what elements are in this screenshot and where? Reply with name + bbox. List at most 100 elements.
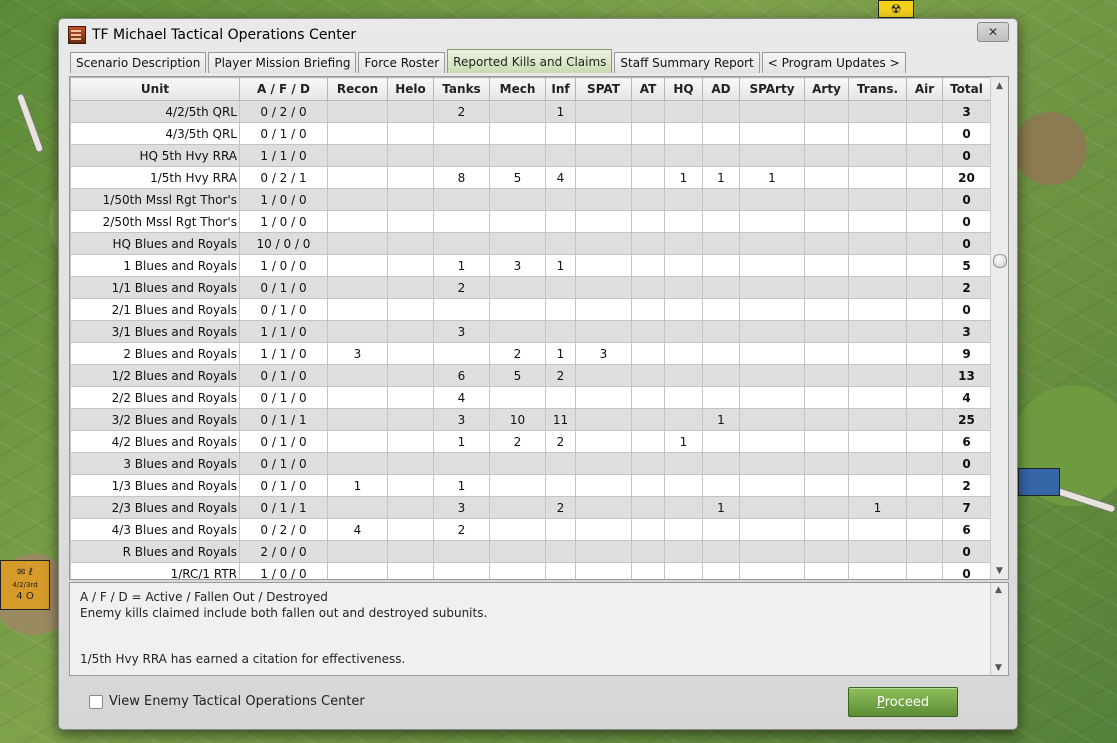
tab-program-updates[interactable]: < Program Updates > xyxy=(761,52,906,73)
hazard-marker-icon[interactable]: ☢ xyxy=(878,0,914,18)
unit-name-cell: 2/50th Mssl Rgt Thor's xyxy=(70,210,240,233)
column-header[interactable]: Trans. xyxy=(848,77,907,101)
app-icon xyxy=(68,26,86,44)
map-unit-counter[interactable] xyxy=(1018,468,1060,496)
table-row[interactable]: 4/2/5th QRL 0 / 2 / 0 2 1 3 xyxy=(70,100,991,123)
column-header[interactable]: AD xyxy=(702,77,740,101)
unit-name-cell: 1 Blues and Royals xyxy=(70,254,240,277)
table-row[interactable]: 2/2 Blues and Royals 0 / 1 / 0 4 4 xyxy=(70,386,991,409)
column-header[interactable]: SPAT xyxy=(575,77,632,101)
kill-count-cell xyxy=(575,298,632,321)
proceed-button[interactable]: Proceed xyxy=(848,687,958,717)
kill-count-cell xyxy=(433,342,490,365)
table-header-row: Unit A / F / D Recon Helo Tanks Mech Inf SPAT AT… xyxy=(70,77,991,101)
table-scrollbar[interactable]: ▲ ▼ xyxy=(990,77,1008,579)
unit-name-cell: 3/2 Blues and Royals xyxy=(70,408,240,431)
tab-force-roster[interactable]: Force Roster xyxy=(358,52,446,73)
unit-counter-label: 4/2/3rd xyxy=(12,581,38,589)
view-enemy-toc-checkbox[interactable] xyxy=(89,694,103,709)
notes-scrollbar[interactable]: ▲ ▼ xyxy=(990,583,1008,675)
scroll-down-icon[interactable]: ▼ xyxy=(992,563,1007,578)
total-kills-cell: 6 xyxy=(942,518,991,541)
close-button[interactable]: ✕ xyxy=(977,22,1009,42)
kill-count-cell xyxy=(489,320,546,343)
scroll-thumb[interactable] xyxy=(993,254,1007,268)
total-kills-cell: 0 xyxy=(942,232,991,255)
column-header[interactable]: Total xyxy=(942,77,991,101)
column-header[interactable]: A / F / D xyxy=(239,77,328,101)
kill-count-cell xyxy=(489,122,546,145)
table-row[interactable]: 4/3 Blues and Royals 0 / 2 / 04 2 6 xyxy=(70,518,991,541)
table-row[interactable]: 1 Blues and Royals 1 / 0 / 0 131 5 xyxy=(70,254,991,277)
column-header[interactable]: Tanks xyxy=(433,77,490,101)
column-header[interactable]: SPArty xyxy=(739,77,805,101)
table-row[interactable]: 2/1 Blues and Royals 0 / 1 / 0 0 xyxy=(70,298,991,321)
column-header[interactable]: HQ xyxy=(664,77,703,101)
title-bar[interactable]: TF Michael Tactical Operations Center ✕ xyxy=(59,19,1017,51)
kill-count-cell xyxy=(489,144,546,167)
table-row[interactable]: 1/5th Hvy RRA 0 / 2 / 1 8 5 4 1 1 1 20 xyxy=(70,166,991,189)
kill-count-cell xyxy=(906,342,943,365)
kill-count-cell xyxy=(739,254,805,277)
column-header[interactable]: Mech xyxy=(489,77,546,101)
table-row[interactable]: HQ Blues and Royals 10 / 0 / 0 0 xyxy=(70,232,991,255)
column-header[interactable]: Unit xyxy=(70,77,240,101)
table-row[interactable]: R Blues and Royals 2 / 0 / 0 0 xyxy=(70,540,991,563)
kill-count-cell xyxy=(804,320,849,343)
table-row[interactable]: 4/2 Blues and Royals 0 / 1 / 012216 xyxy=(70,430,991,453)
kill-count-cell: 1 xyxy=(433,430,490,453)
kill-count-cell xyxy=(489,298,546,321)
table-row[interactable]: 1/RC/1 RTR 1 / 0 / 0 0 xyxy=(70,562,991,579)
kill-count-cell xyxy=(804,364,849,387)
kill-count-cell xyxy=(906,122,943,145)
table-row[interactable]: 1/2 Blues and Royals 0 / 1 / 0 6 5 2 13 xyxy=(70,364,991,387)
kill-count-cell xyxy=(804,562,849,579)
column-header[interactable]: Arty xyxy=(804,77,849,101)
table-row[interactable]: 2 Blues and Royals 1 / 1 / 032139 xyxy=(70,342,991,365)
kill-count-cell xyxy=(702,276,740,299)
table-row[interactable]: 3 Blues and Royals 0 / 1 / 0 0 xyxy=(70,452,991,475)
kill-count-cell xyxy=(327,210,388,233)
view-enemy-toc-option[interactable]: View Enemy Tactical Operations Center xyxy=(89,694,365,709)
table-row[interactable]: 1/3 Blues and Royals 0 / 1 / 0112 xyxy=(70,474,991,497)
table-row[interactable]: 3/2 Blues and Royals 0 / 1 / 1 3 10 11 1 25 xyxy=(70,408,991,431)
kill-count-cell xyxy=(433,298,490,321)
total-kills-cell: 0 xyxy=(942,298,991,321)
kill-count-cell xyxy=(664,232,703,255)
kill-count-cell xyxy=(545,386,576,409)
tab-staff-summary-report[interactable]: Staff Summary Report xyxy=(614,52,760,73)
tab-player-mission-briefing[interactable]: Player Mission Briefing xyxy=(208,52,357,73)
kill-count-cell xyxy=(848,232,907,255)
kill-count-cell: 3 xyxy=(489,254,546,277)
kill-count-cell xyxy=(739,408,805,431)
tab-scenario-description[interactable]: Scenario Description xyxy=(70,52,207,73)
tab-reported-kills-and-claims[interactable]: Reported Kills and Claims xyxy=(447,49,613,73)
table-row[interactable]: 2/3 Blues and Royals 0 / 1 / 1 3 2 1 1 7 xyxy=(70,496,991,519)
kill-count-cell xyxy=(664,298,703,321)
kill-count-cell xyxy=(848,408,907,431)
total-kills-cell: 0 xyxy=(942,452,991,475)
kill-count-cell xyxy=(575,474,632,497)
table-row[interactable]: HQ 5th Hvy RRA 1 / 1 / 0 0 xyxy=(70,144,991,167)
table-row[interactable]: 3/1 Blues and Royals 1 / 1 / 0 3 3 xyxy=(70,320,991,343)
notes-scroll-up-icon[interactable]: ▲ xyxy=(995,585,1002,595)
kill-count-cell xyxy=(739,430,805,453)
table-row[interactable]: 1/1 Blues and Royals 0 / 1 / 0 2 2 xyxy=(70,276,991,299)
map-unit-counter[interactable]: ✉ ℓ 4/2/3rd 4 O xyxy=(0,560,50,610)
unit-name-cell: 2/1 Blues and Royals xyxy=(70,298,240,321)
kill-count-cell xyxy=(739,100,805,123)
column-header[interactable]: AT xyxy=(631,77,665,101)
kill-count-cell xyxy=(804,144,849,167)
column-header[interactable]: Inf xyxy=(545,77,576,101)
kill-count-cell xyxy=(631,386,665,409)
column-header[interactable]: Air xyxy=(906,77,943,101)
table-row[interactable]: 4/3/5th QRL 0 / 1 / 0 0 xyxy=(70,122,991,145)
kill-count-cell xyxy=(575,144,632,167)
kill-count-cell xyxy=(387,188,434,211)
column-header[interactable]: Recon xyxy=(327,77,388,101)
table-row[interactable]: 2/50th Mssl Rgt Thor's 1 / 0 / 0 0 xyxy=(70,210,991,233)
scroll-up-icon[interactable]: ▲ xyxy=(992,78,1007,93)
column-header[interactable]: Helo xyxy=(387,77,434,101)
notes-scroll-down-icon[interactable]: ▼ xyxy=(995,663,1002,673)
table-row[interactable]: 1/50th Mssl Rgt Thor's 1 / 0 / 0 0 xyxy=(70,188,991,211)
